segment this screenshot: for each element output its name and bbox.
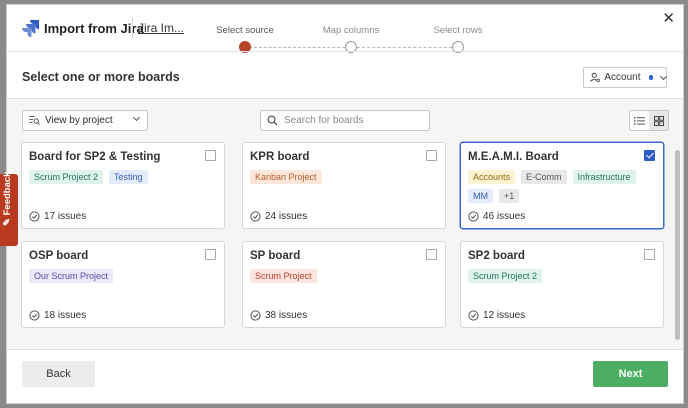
board-project-tags: Accounts E-Comm Infrastructure MM +1	[468, 170, 664, 203]
chevron-down-icon	[132, 113, 141, 122]
board-checkbox[interactable]	[205, 249, 216, 260]
board-card[interactable]: KPR board Kanban Project 24 issues	[242, 142, 446, 229]
project-tag: Kanban Project	[250, 170, 322, 184]
board-card[interactable]: OSP board Our Scrum Project 18 issues	[21, 241, 225, 328]
board-project-tags: Our Scrum Project	[29, 269, 225, 283]
issue-count: 46 issues	[468, 211, 525, 222]
issue-count-label: 12 issues	[483, 310, 526, 321]
board-checkbox[interactable]	[426, 150, 437, 161]
account-settings-icon	[590, 72, 600, 83]
step-label-select-source: Select source	[216, 25, 274, 36]
search-boards-field[interactable]	[260, 110, 430, 131]
issue-count: 38 issues	[250, 310, 307, 321]
layout-toggle	[629, 110, 669, 131]
issue-count: 24 issues	[250, 211, 307, 222]
account-selector[interactable]: Account	[583, 67, 668, 88]
import-dialog: Import from Jira Jira Im... ✕ Select sou…	[6, 4, 684, 404]
board-project-tags: Scrum Project 2	[468, 269, 664, 283]
grid-view-icon[interactable]	[649, 111, 668, 130]
issue-count-label: 24 issues	[265, 211, 308, 222]
issue-count: 17 issues	[29, 211, 86, 222]
view-by-dropdown[interactable]: View by project	[22, 110, 148, 131]
back-button[interactable]: Back	[22, 361, 95, 387]
board-checkbox[interactable]	[644, 249, 655, 260]
board-title: M.E.A.M.I. Board	[468, 151, 559, 163]
account-label: Account	[604, 72, 641, 83]
issue-count: 18 issues	[29, 310, 86, 321]
board-card[interactable]: Board for SP2 & Testing Scrum Project 2 Te…	[21, 142, 225, 229]
board-project-tags: Scrum Project	[250, 269, 446, 283]
jira-site-link[interactable]: Jira Im...	[138, 21, 184, 35]
board-title: Board for SP2 & Testing	[29, 151, 161, 163]
feedback-label[interactable]: ✎ Feedback	[2, 172, 13, 226]
view-by-icon	[29, 116, 40, 125]
progress-stepper: Select source Map columns Select rows	[202, 23, 483, 53]
project-tag: Scrum Project 2	[29, 170, 104, 184]
view-by-label: View by project	[45, 115, 113, 126]
title-divider	[132, 18, 133, 38]
board-title: SP2 board	[468, 250, 525, 262]
account-status-dot	[648, 75, 654, 80]
board-title: OSP board	[29, 250, 89, 262]
project-tag: Infrastructure	[572, 170, 636, 184]
step-label-map-columns: Map columns	[322, 25, 380, 36]
project-tag: Scrum Project 2	[468, 269, 543, 283]
next-button[interactable]: Next	[593, 361, 668, 387]
board-checkbox[interactable]	[644, 150, 655, 161]
issue-count: 12 issues	[468, 310, 525, 321]
step-label-select-rows: Select rows	[433, 25, 483, 36]
board-title: SP board	[250, 250, 301, 262]
issue-count-label: 18 issues	[44, 310, 87, 321]
project-tag: +1	[499, 189, 520, 203]
jira-logo-icon	[22, 20, 39, 37]
check-circle-icon	[468, 310, 479, 321]
project-tag: Testing	[109, 170, 148, 184]
board-card[interactable]: M.E.A.M.I. Board Accounts E-Comm Infrastruc…	[460, 142, 664, 229]
board-checkbox[interactable]	[426, 249, 437, 260]
board-project-tags: Scrum Project 2 Testing	[29, 170, 225, 184]
close-icon[interactable]: ✕	[662, 9, 675, 27]
board-checkbox[interactable]	[205, 150, 216, 161]
project-tag: MM	[468, 189, 493, 203]
board-card[interactable]: SP board Scrum Project 38 issues	[242, 241, 446, 328]
check-circle-icon	[29, 211, 40, 222]
project-tag: Accounts	[468, 170, 516, 184]
list-view-icon[interactable]	[630, 111, 649, 130]
issue-count-label: 17 issues	[44, 211, 87, 222]
step-connector	[249, 47, 345, 48]
section-title: Select one or more boards	[22, 70, 180, 84]
board-title: KPR board	[250, 151, 310, 163]
search-boards-input[interactable]	[284, 115, 424, 126]
dialog-title: Import from Jira	[44, 21, 144, 36]
issue-count-label: 38 issues	[265, 310, 308, 321]
header-divider	[7, 51, 683, 52]
board-card[interactable]: SP2 board Scrum Project 2 12 issues	[460, 241, 664, 328]
scrollbar-thumb[interactable]	[675, 150, 680, 340]
board-project-tags: Kanban Project	[250, 170, 446, 184]
feedback-icon: ✎	[2, 215, 13, 226]
check-circle-icon	[250, 211, 261, 222]
search-icon	[267, 115, 278, 126]
project-tag: E-Comm	[521, 170, 567, 184]
chevron-down-icon	[660, 72, 668, 80]
issue-count-label: 46 issues	[483, 211, 526, 222]
project-tag: Our Scrum Project	[29, 269, 114, 283]
check-circle-icon	[468, 211, 479, 222]
check-circle-icon	[29, 310, 40, 321]
step-connector	[357, 47, 452, 48]
check-circle-icon	[250, 310, 261, 321]
project-tag: Scrum Project	[250, 269, 317, 283]
